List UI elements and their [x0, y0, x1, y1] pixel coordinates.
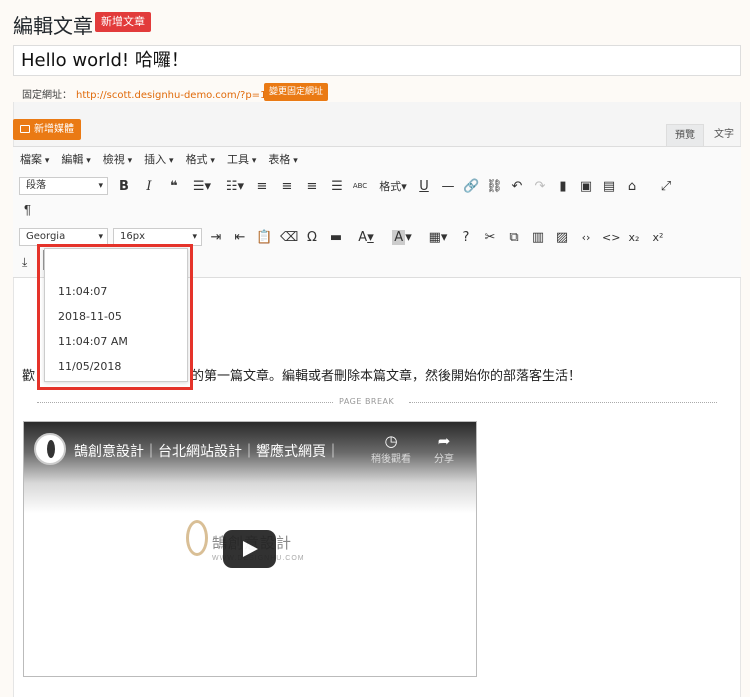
redo-icon[interactable]: ↷: [532, 179, 548, 194]
strikethrough-icon[interactable]: ABC: [351, 182, 369, 190]
blockquote-icon[interactable]: ❝: [166, 179, 182, 194]
upload-icon[interactable]: ⤓: [22, 255, 27, 270]
unlink-icon[interactable]: ⛓: [486, 179, 503, 194]
source-code-icon[interactable]: <>: [602, 231, 620, 244]
bullet-list-icon[interactable]: ☰▾: [189, 179, 215, 194]
menu-format[interactable]: 格式: [186, 151, 215, 167]
add-media-label: 新增媒體: [34, 124, 74, 135]
background-color-icon[interactable]: A ▾: [388, 229, 416, 245]
undo-icon[interactable]: ↶: [509, 179, 525, 194]
add-media-button[interactable]: 新增媒體: [13, 119, 81, 140]
align-left-icon[interactable]: ≡: [254, 179, 270, 194]
copy-icon[interactable]: ⧉: [506, 230, 522, 245]
permalink-row: 固定網址： http://scott.designhu-demo.com/?p=1: [22, 86, 266, 101]
watch-later-label: 稍後觀看: [371, 454, 411, 465]
outdent-icon[interactable]: ⇤: [232, 230, 248, 245]
paragraph-start: 歡: [22, 369, 36, 384]
link-icon[interactable]: 🔗: [463, 179, 479, 194]
paste-icon[interactable]: ▥: [530, 230, 546, 245]
editor-menubar: 檔案 編輯 檢視 插入 格式 工具 表格: [20, 151, 298, 167]
format-menu-label: 格式: [379, 180, 402, 193]
tab-text[interactable]: 文字: [706, 124, 742, 146]
add-new-post-button[interactable]: 新增文章: [95, 12, 151, 32]
change-permalink-button[interactable]: 變更固定網址: [264, 83, 329, 101]
share-label: 分享: [434, 454, 454, 465]
page-title: 編輯文章: [13, 14, 93, 38]
permalink-url[interactable]: http://scott.designhu-demo.com/?p=1: [76, 90, 266, 101]
share-button[interactable]: ➦ 分享: [424, 432, 464, 465]
fullscreen-icon[interactable]: ⤢: [658, 179, 674, 194]
horizontal-line-icon[interactable]: —: [440, 179, 456, 194]
video-title[interactable]: 鵠創意設計｜台北網站設計｜響應式網頁｜: [74, 441, 340, 461]
tab-visual[interactable]: 預覽: [666, 124, 704, 146]
help-icon[interactable]: ?: [458, 230, 474, 245]
clock-icon: ◷: [384, 433, 398, 450]
bold-icon[interactable]: B: [116, 179, 132, 194]
superscript-icon[interactable]: x²: [650, 231, 666, 244]
page-break-label: PAGE BREAK: [339, 397, 395, 406]
menu-tools[interactable]: 工具: [227, 151, 256, 167]
logo-icon: [186, 520, 208, 556]
paste-text-icon[interactable]: 📋: [256, 230, 272, 245]
bookmark-icon[interactable]: ⌂: [624, 179, 640, 194]
text-color-letter: A: [358, 229, 368, 245]
find-replace-icon[interactable]: ▣: [578, 179, 594, 194]
subscript-icon[interactable]: x₂: [626, 231, 642, 244]
channel-avatar[interactable]: [34, 433, 66, 465]
underline-icon[interactable]: U: [417, 179, 431, 194]
play-icon: [243, 541, 258, 557]
media-embed-icon[interactable]: ▤: [601, 179, 617, 194]
page-break[interactable]: PAGE BREAK: [37, 397, 717, 409]
menu-edit[interactable]: 編輯: [61, 151, 90, 167]
align-right-icon[interactable]: ≡: [304, 179, 320, 194]
justify-icon[interactable]: ☰: [329, 179, 345, 194]
format-select[interactable]: 段落: [19, 177, 108, 195]
special-char-icon[interactable]: Ω: [304, 230, 320, 245]
paragraph-end: 的第一篇文章。編輯或者刪除本篇文章，然後開始你的部落客生活！: [191, 369, 582, 384]
menu-view[interactable]: 檢視: [103, 151, 132, 167]
bg-color-letter: A: [392, 229, 406, 245]
watch-later-button[interactable]: ◷ 稍後觀看: [371, 432, 411, 465]
horizontal-rule-icon[interactable]: ▬: [328, 230, 344, 245]
play-button[interactable]: [223, 530, 276, 568]
image-icon[interactable]: ▨: [554, 230, 570, 245]
highlight-box: [37, 244, 193, 390]
indent-icon[interactable]: ⇥: [208, 230, 224, 245]
menu-insert[interactable]: 插入: [144, 151, 173, 167]
italic-icon[interactable]: I: [141, 179, 157, 194]
menu-table[interactable]: 表格: [268, 151, 297, 167]
post-title-input[interactable]: Hello world! 哈囉！: [13, 45, 741, 76]
format-menu-button[interactable]: 格式▾: [375, 178, 411, 194]
cut-icon[interactable]: ✂: [482, 230, 498, 245]
share-icon: ➦: [437, 433, 451, 450]
paste-word-icon[interactable]: ▮: [555, 179, 571, 194]
eraser-icon[interactable]: ⌫: [280, 230, 298, 245]
menu-file[interactable]: 檔案: [20, 151, 49, 167]
text-color-icon[interactable]: A▾: [352, 230, 380, 245]
media-icon: [20, 125, 30, 133]
pilcrow-icon[interactable]: ¶: [24, 202, 31, 217]
permalink-label: 固定網址：: [22, 90, 72, 101]
numbered-list-icon[interactable]: ☷▾: [222, 179, 248, 194]
code-icon[interactable]: ‹›: [578, 231, 594, 244]
align-center-icon[interactable]: ≡: [279, 179, 295, 194]
table-icon[interactable]: ▦▾: [424, 230, 452, 245]
